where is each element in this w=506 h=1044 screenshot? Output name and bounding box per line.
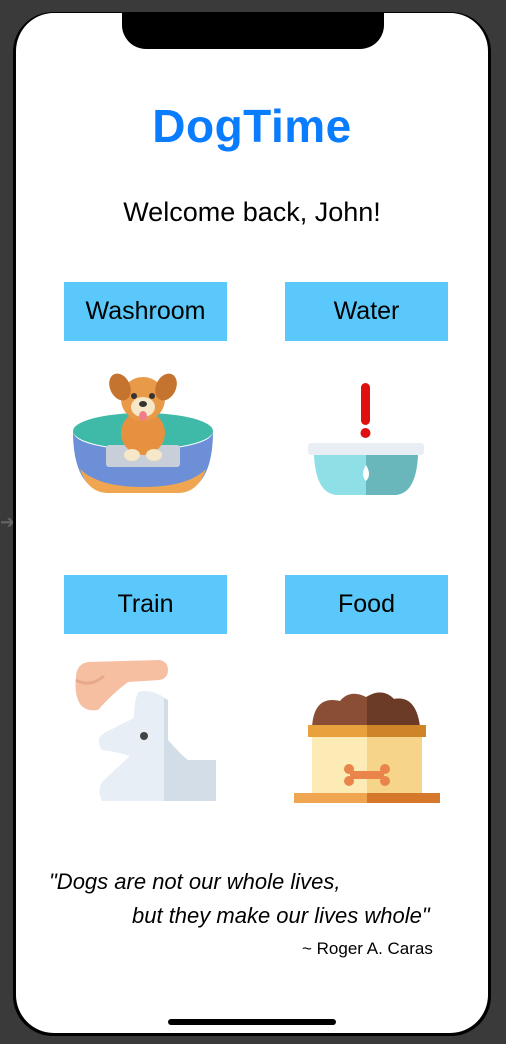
washroom-button[interactable]: Washroom [64,282,227,341]
hand-petting-dog-icon[interactable] [72,658,222,808]
app-title: DogTime [152,100,352,152]
food-button[interactable]: Food [285,575,448,634]
train-button[interactable]: Train [64,575,227,634]
notch [122,13,384,49]
quote-line-2: but they make our lives whole" [132,903,430,928]
home-indicator[interactable] [168,1019,336,1025]
water-bowl-icon[interactable] [306,383,426,503]
screen: DogTime Welcome back, John! Washroom Wat… [16,13,488,1033]
quote-line-1: "Dogs are not our whole lives, [49,869,341,894]
welcome-message: Welcome back, John! [123,197,381,227]
food-bowl-icon[interactable] [292,687,442,810]
quote-author: ~ Roger A. Caras [302,939,433,958]
water-button[interactable]: Water [285,282,448,341]
dog-bed-icon[interactable] [68,369,218,504]
